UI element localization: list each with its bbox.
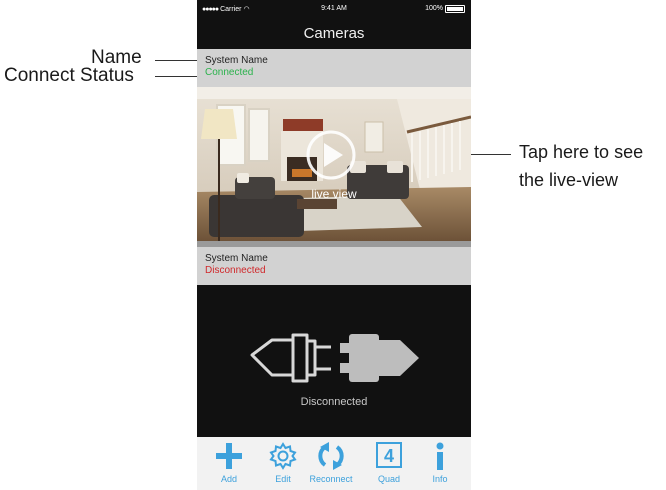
camera-connect-status: Connected <box>205 67 254 78</box>
info-icon <box>436 442 444 470</box>
tab-label: Quad <box>377 474 401 484</box>
refresh-icon <box>318 442 344 470</box>
camera-name: System Name <box>205 253 268 264</box>
tab-label: Edit <box>275 474 291 484</box>
plus-icon <box>216 443 242 469</box>
tab-reconnect-button[interactable]: Reconnect <box>306 441 356 484</box>
annotation-tap-label-line2: the live-view <box>519 170 619 190</box>
camera-live-feed[interactable]: live view <box>197 87 471 241</box>
tab-quad-button[interactable]: 4 Quad <box>364 441 414 484</box>
disconnected-label: Disconnected <box>300 396 368 408</box>
camera-row-2[interactable]: System Name Disconnected <box>197 247 471 285</box>
disconnected-panel[interactable]: Disconnected <box>197 285 471 437</box>
nav-title: Cameras <box>197 18 471 49</box>
live-view-label: live view <box>311 187 357 201</box>
tab-edit-button[interactable]: Edit <box>258 441 308 484</box>
tab-add-button[interactable]: Add <box>204 441 254 484</box>
battery-icon <box>445 5 465 13</box>
annotation-name-line <box>155 60 197 61</box>
battery-percent: 100% <box>425 5 443 12</box>
unplugged-icon <box>250 333 419 383</box>
tab-label: Reconnect <box>309 474 353 484</box>
annotation-tap-label-line1: Tap here to see <box>519 142 644 162</box>
living-room-thumbnail <box>197 87 471 241</box>
phone-screen: ●●●●● Carrier ◠ 9:41 AM 100% Cameras Sys… <box>197 0 471 490</box>
bottom-tab-bar: Add Edit Reconnect 4 Quad Info <box>197 437 471 490</box>
tab-label: Info <box>432 474 448 484</box>
camera-row-1[interactable]: System Name Connected <box>197 49 471 87</box>
status-bar: ●●●●● Carrier ◠ 9:41 AM 100% <box>197 0 471 18</box>
gear-icon <box>269 442 297 470</box>
camera-connect-status: Disconnected <box>205 265 266 276</box>
camera-name: System Name <box>205 55 268 66</box>
annotation-connect-status-label: Connect Status <box>4 65 134 86</box>
tab-label: Add <box>220 474 237 484</box>
quad-glyph: 4 <box>383 446 394 466</box>
tab-info-button[interactable]: Info <box>415 441 465 484</box>
annotation-connect-status-line <box>155 76 197 77</box>
